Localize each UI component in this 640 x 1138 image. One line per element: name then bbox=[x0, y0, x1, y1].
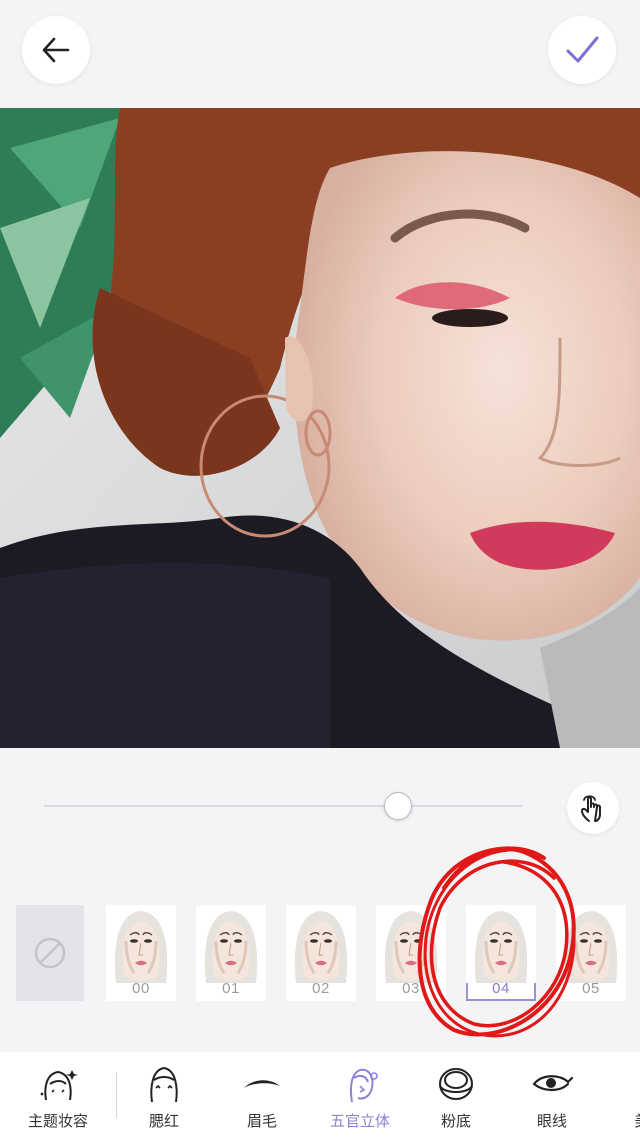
nav-label: 五官立体 bbox=[329, 1113, 390, 1130]
intensity-slider-area bbox=[0, 748, 640, 888]
face-preview-image bbox=[196, 905, 266, 983]
nav-label: 粉底 bbox=[440, 1113, 471, 1130]
nav-label: 腮红 bbox=[148, 1113, 179, 1130]
nav-item-makeup-theme[interactable]: 主题妆容 bbox=[12, 1052, 104, 1138]
style-label: 01 bbox=[222, 980, 240, 997]
contour-style-list: 00 01 02 03 04 05 bbox=[0, 888, 640, 1038]
style-label: 03 bbox=[402, 980, 420, 997]
selfie-photo bbox=[0, 108, 640, 748]
nav-item-eyeliner[interactable]: 眼线 bbox=[506, 1052, 598, 1138]
more-icon bbox=[620, 1064, 640, 1104]
makeup-theme-icon bbox=[40, 1070, 78, 1101]
style-label: 02 bbox=[312, 980, 330, 997]
nav-label: 眉毛 bbox=[246, 1113, 277, 1130]
nav-item-foundation[interactable]: 粉底 bbox=[410, 1052, 502, 1138]
no-style-tile[interactable] bbox=[16, 905, 84, 1001]
nav-item-eyebrow[interactable]: 眉毛 bbox=[216, 1052, 308, 1138]
checkmark-icon bbox=[566, 36, 599, 63]
none-circle-slash-icon bbox=[34, 937, 66, 969]
confirm-button[interactable] bbox=[548, 16, 616, 84]
blush-face-icon bbox=[150, 1066, 178, 1103]
hand-touch-icon bbox=[581, 795, 601, 822]
nav-item-contour[interactable]: 五官立体 bbox=[314, 1052, 406, 1138]
back-button[interactable] bbox=[22, 16, 90, 84]
intensity-slider-thumb[interactable] bbox=[383, 792, 412, 820]
nav-item-blush[interactable]: 腮红 bbox=[118, 1052, 210, 1138]
nav-item-more[interactable]: 美 bbox=[596, 1052, 640, 1138]
intensity-slider-track[interactable] bbox=[44, 805, 522, 807]
contour-style-tile-00[interactable]: 00 bbox=[106, 905, 176, 1001]
top-bar bbox=[0, 0, 640, 108]
nav-label: 美 bbox=[634, 1110, 640, 1131]
nav-label: 主题妆容 bbox=[27, 1113, 88, 1130]
manual-adjust-button[interactable] bbox=[567, 782, 619, 834]
contour-style-tile-04[interactable]: 04 bbox=[466, 905, 536, 1001]
bottom-category-nav: 主题妆容 腮红 眉毛 五官立体 粉底 眼线 bbox=[0, 1052, 640, 1138]
foundation-compact-icon bbox=[439, 1068, 473, 1100]
nav-divider bbox=[116, 1072, 117, 1118]
arrow-left-icon bbox=[42, 37, 70, 63]
face-preview-image bbox=[286, 905, 356, 983]
contour-style-tile-02[interactable]: 02 bbox=[286, 905, 356, 1001]
face-preview-image bbox=[466, 905, 536, 983]
contour-face-icon bbox=[350, 1068, 378, 1103]
contour-style-tile-01[interactable]: 01 bbox=[196, 905, 266, 1001]
style-label: 04 bbox=[492, 980, 510, 997]
nav-label: 眼线 bbox=[536, 1113, 567, 1130]
contour-style-tile-03[interactable]: 03 bbox=[376, 905, 446, 1001]
face-preview-image bbox=[556, 905, 626, 983]
face-preview-image bbox=[376, 905, 446, 983]
contour-style-tile-05[interactable]: 05 bbox=[556, 905, 626, 1001]
eyebrow-icon bbox=[244, 1080, 280, 1088]
style-label: 00 bbox=[132, 980, 150, 997]
eyeliner-icon bbox=[532, 1075, 574, 1092]
style-label: 05 bbox=[582, 980, 600, 997]
face-preview-image bbox=[106, 905, 176, 983]
